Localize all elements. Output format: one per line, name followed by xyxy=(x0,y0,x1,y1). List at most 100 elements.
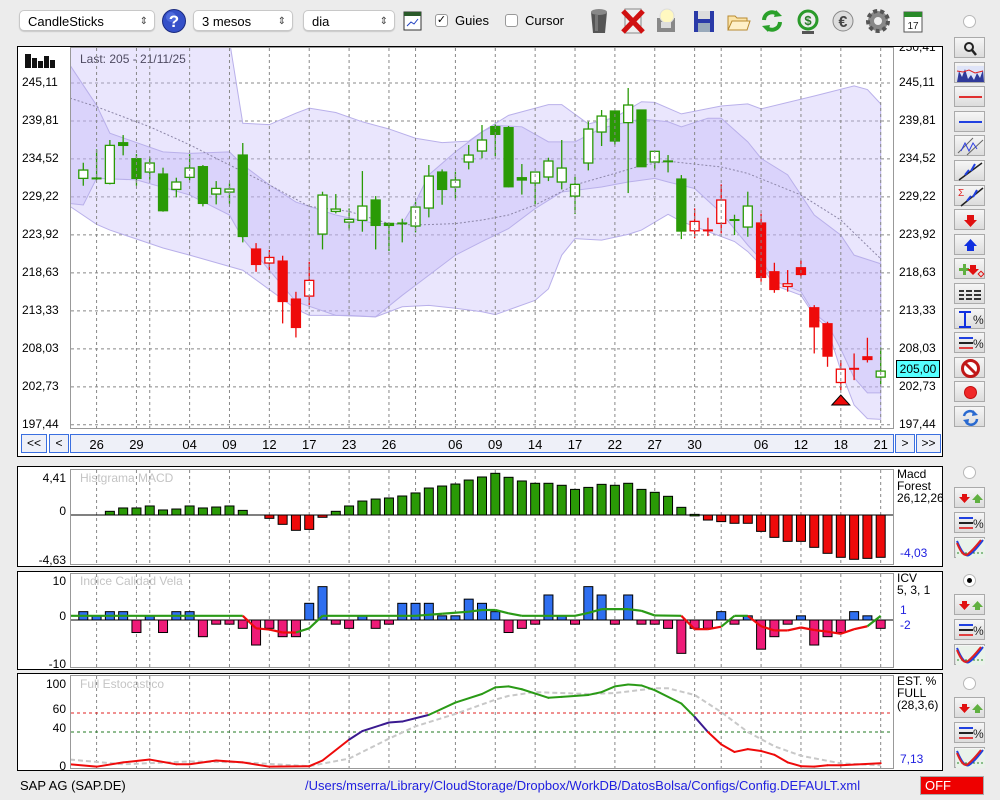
macd-bar xyxy=(304,514,315,530)
icv-bar xyxy=(782,619,793,625)
stoch-k-segment xyxy=(587,691,603,696)
macd-bar xyxy=(330,510,341,516)
macd-bar xyxy=(370,498,381,516)
candle xyxy=(104,140,116,185)
candle-body-bullish xyxy=(104,144,116,185)
icv-bar xyxy=(609,619,620,625)
macd-bar xyxy=(277,514,288,525)
candle-body-bullish xyxy=(623,104,634,124)
icv-bar xyxy=(476,602,487,621)
icv-bar xyxy=(702,619,713,629)
macd-bar xyxy=(104,510,115,516)
config-path-link[interactable]: /Users/mserra/Library/CloudStorage/Dropb… xyxy=(305,778,860,793)
stoch-k-segment xyxy=(547,695,563,699)
stoch-k-segment xyxy=(693,715,709,733)
icv-bar xyxy=(729,619,740,625)
stoch-k-segment xyxy=(361,721,390,733)
candle-body-bullish xyxy=(463,154,474,163)
icv-bar xyxy=(383,619,394,625)
stoch-k-segment xyxy=(720,743,736,753)
icv-bar xyxy=(822,619,833,638)
icv-bar xyxy=(663,619,674,629)
candle xyxy=(583,121,594,171)
macd-bar xyxy=(649,491,660,516)
symbol-label: SAP AG (SAP.DE) xyxy=(20,778,126,793)
stochastic-layer xyxy=(71,683,893,768)
icv-bar xyxy=(158,619,169,634)
macd-bar xyxy=(490,472,501,516)
icv-bar xyxy=(583,586,594,621)
candle-body-bullish xyxy=(171,181,182,191)
icv-bar xyxy=(490,611,501,621)
stoch-k-segment xyxy=(706,731,723,746)
macd-bar xyxy=(702,514,713,521)
icv-bar xyxy=(251,619,262,646)
stoch-k-segment xyxy=(454,693,483,704)
candle-body-bullish xyxy=(224,188,235,193)
macd-bar xyxy=(530,482,541,516)
icv-bar xyxy=(875,619,886,629)
icv-signal-segment xyxy=(853,625,868,631)
icv-bar xyxy=(437,615,448,621)
macd-bar xyxy=(556,484,567,516)
mode-toggle-off[interactable]: OFF xyxy=(920,776,984,795)
candle-body-bullish xyxy=(742,205,753,228)
macd-bar xyxy=(397,495,408,516)
macd-bar xyxy=(463,479,474,516)
stoch-k-segment xyxy=(122,758,151,764)
candle-body-bullish xyxy=(357,205,368,222)
stoch-k-segment xyxy=(746,748,763,752)
macd-bar xyxy=(623,482,634,516)
icv-bar xyxy=(503,619,514,634)
icv-bar xyxy=(676,619,687,654)
candle-body-bullish xyxy=(543,160,554,178)
macd-bar xyxy=(171,508,182,516)
candle-body-bearish xyxy=(503,127,514,188)
macd-bar xyxy=(357,500,368,516)
macd-bar xyxy=(795,514,806,542)
icv-bar xyxy=(530,619,541,625)
macd-bar xyxy=(197,507,208,516)
candle-body-bullish xyxy=(583,128,594,164)
icv-bar xyxy=(596,594,607,621)
candle-body-bearish xyxy=(676,178,687,232)
macd-bar xyxy=(742,514,753,524)
icv-bar xyxy=(264,619,275,629)
macd-bar xyxy=(450,483,461,516)
icv-bar xyxy=(397,602,408,621)
icv-bar xyxy=(835,619,846,634)
candle-body-bullish xyxy=(330,208,341,213)
stoch-k-segment xyxy=(71,763,98,768)
macd-bar xyxy=(609,484,620,516)
icv-bar xyxy=(344,619,355,629)
candle-body-bearish xyxy=(250,248,262,266)
icv-bar xyxy=(795,615,806,621)
candle-body-bearish xyxy=(822,323,833,357)
icv-bar xyxy=(304,602,315,621)
macd-bar xyxy=(211,506,222,516)
macd-bar xyxy=(676,506,687,516)
icv-bar xyxy=(224,619,235,625)
icv-bar xyxy=(290,619,301,638)
icv-bar xyxy=(716,611,727,621)
candle-body-bearish xyxy=(862,356,873,361)
icv-signal-segment xyxy=(508,612,523,617)
stoch-k-segment xyxy=(627,683,643,687)
icv-bar xyxy=(370,619,381,629)
candle-body-bearish xyxy=(809,307,820,328)
macd-bar xyxy=(437,485,448,516)
candle xyxy=(290,291,302,338)
stoch-k-segment xyxy=(786,761,802,768)
icv-layer xyxy=(71,586,893,654)
macd-bar xyxy=(862,514,873,559)
macd-bar xyxy=(317,514,328,518)
stoch-k-segment xyxy=(215,759,244,764)
candle xyxy=(197,165,209,207)
candle-body-bullish xyxy=(476,139,488,152)
icv-bar xyxy=(809,619,820,646)
macd-bar xyxy=(383,497,394,516)
macd-bar xyxy=(583,486,594,516)
stoch-k-segment xyxy=(613,683,630,688)
macd-bar xyxy=(689,513,700,517)
macd-bar xyxy=(716,514,727,523)
